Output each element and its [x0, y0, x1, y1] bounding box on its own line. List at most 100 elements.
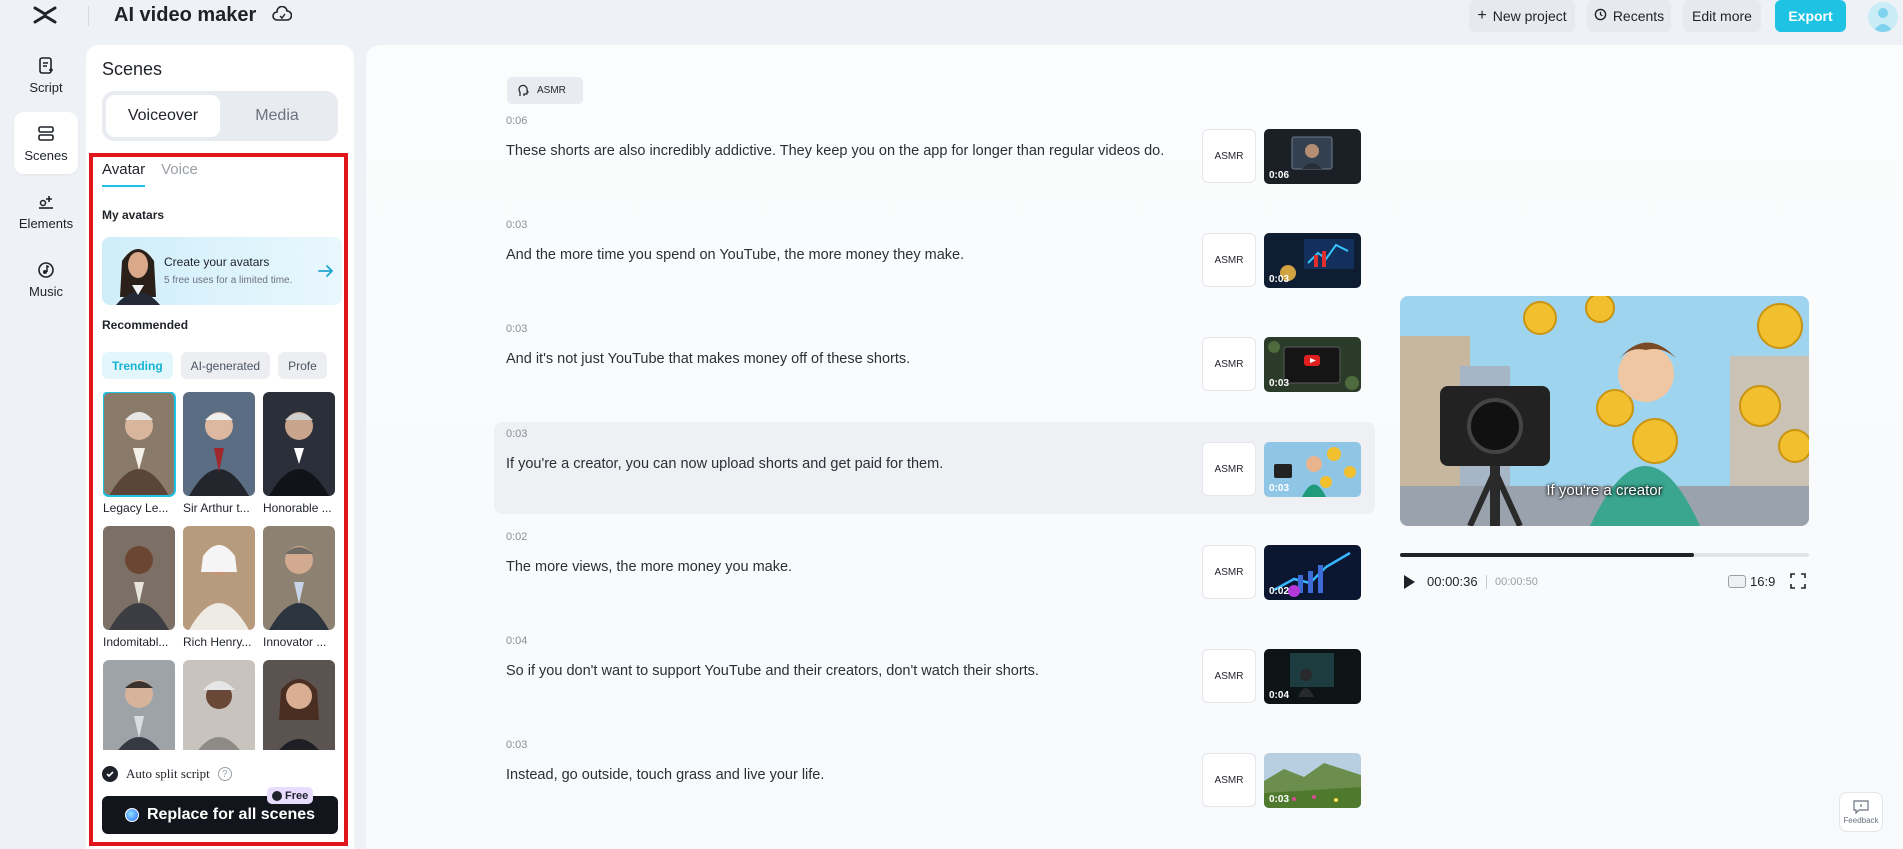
scene-voice-button[interactable]: ASMR — [1202, 649, 1256, 703]
scene-duration: 0:03 — [1269, 794, 1290, 805]
rail-item-script[interactable]: Script — [14, 44, 78, 106]
play-icon[interactable] — [1402, 574, 1416, 590]
rail-item-music[interactable]: Music — [14, 248, 78, 310]
header-divider — [88, 6, 89, 26]
user-avatar[interactable] — [1868, 2, 1898, 32]
scene-row[interactable]: 0:03 Instead, go outside, touch grass an… — [494, 733, 1375, 825]
feedback-button[interactable]: Feedback — [1839, 792, 1883, 832]
scene-row-selected[interactable]: 0:03 If you're a creator, you can now up… — [494, 422, 1375, 514]
scene-thumbnail[interactable]: 0:03 — [1264, 337, 1361, 392]
recents-button[interactable]: Recents — [1587, 0, 1671, 32]
scene-thumbnail[interactable]: 0:06 — [1264, 129, 1361, 184]
rail-item-elements[interactable]: Elements — [14, 180, 78, 242]
scene-thumbnail[interactable]: 0:03 — [1264, 233, 1361, 288]
scene-text[interactable]: And the more time you spend on YouTube, … — [506, 247, 964, 263]
scene-duration: 0:03 — [1269, 483, 1290, 494]
checkmark-icon — [102, 766, 118, 782]
scene-row[interactable]: 0:04 So if you don't want to support You… — [494, 629, 1375, 721]
avatar-card[interactable] — [263, 660, 335, 750]
export-button[interactable]: Export — [1775, 0, 1846, 32]
scene-text[interactable]: Instead, go outside, touch grass and liv… — [506, 767, 824, 783]
avatar-name: Rich Henry... — [183, 635, 252, 649]
avatar-card[interactable]: Legacy Le... — [103, 392, 176, 526]
clock-icon — [1594, 8, 1607, 24]
preview-subtitle: If you're a creator — [1546, 482, 1663, 499]
aspect-ratio-button[interactable]: 16:9 — [1728, 574, 1775, 589]
new-project-button[interactable]: + New project — [1469, 0, 1575, 32]
scene-thumbnail[interactable]: 0:03 — [1264, 442, 1361, 497]
scene-thumbnail[interactable]: 0:02 — [1264, 545, 1361, 600]
recommended-label: Recommended — [102, 318, 189, 332]
avatar-card[interactable] — [183, 660, 255, 750]
scene-voice-button[interactable]: ASMR — [1202, 753, 1256, 807]
avatar-thumbnail — [183, 660, 255, 750]
avatar-thumbnail — [103, 660, 175, 750]
scene-text[interactable]: So if you don't want to support YouTube … — [506, 663, 1039, 679]
chip-ai-generated[interactable]: AI-generated — [180, 352, 271, 379]
avatar-name: Honorable ... — [263, 501, 332, 515]
scenes-panel-title: Scenes — [102, 59, 163, 79]
scene-time: 0:03 — [506, 739, 528, 751]
avatar-portrait-illustration — [116, 249, 160, 305]
avatar-thumbnail — [263, 526, 335, 630]
auto-split-checkbox[interactable]: Auto split script ? — [102, 766, 232, 782]
voice-head-icon — [518, 84, 529, 96]
cloud-sync-icon[interactable] — [272, 5, 293, 24]
music-icon — [38, 261, 54, 278]
rail-item-scenes[interactable]: Scenes — [14, 112, 78, 174]
segment-media[interactable]: Media — [220, 95, 334, 137]
total-time: 00:00:50 — [1495, 576, 1538, 588]
segment-voiceover[interactable]: Voiceover — [106, 95, 220, 137]
help-icon[interactable]: ? — [217, 767, 232, 781]
capcut-logo-icon[interactable] — [32, 4, 58, 26]
create-avatar-title: Create your avatars — [164, 255, 270, 269]
scene-thumbnail[interactable]: 0:03 — [1264, 753, 1361, 808]
video-preview[interactable]: If you're a creator — [1400, 296, 1809, 526]
avatar-voice-tabs: Avatar Voice — [102, 161, 198, 187]
scene-text[interactable]: The more views, the more money you make. — [506, 559, 792, 575]
top-bar: AI video maker + New project Recents Edi… — [0, 0, 1903, 32]
playback-progress-bar[interactable] — [1400, 553, 1809, 557]
scene-voice-button[interactable]: ASMR — [1202, 129, 1256, 183]
avatar-card[interactable]: Innovator ... — [263, 526, 335, 660]
scene-thumbnail[interactable]: 0:04 — [1264, 649, 1361, 704]
scene-voice-button[interactable]: ASMR — [1202, 233, 1256, 287]
scene-duration: 0:04 — [1269, 690, 1290, 701]
rail-label-script: Script — [29, 79, 63, 95]
avatar-card[interactable]: Indomitabl... — [103, 526, 175, 660]
scenes-icon — [38, 125, 54, 141]
tab-voice[interactable]: Voice — [161, 161, 198, 187]
chip-trending[interactable]: Trending — [102, 352, 173, 379]
time-separator — [1486, 575, 1487, 589]
arrow-right-icon — [318, 265, 334, 277]
avatar-thumbnail — [263, 392, 335, 496]
scene-voice-button[interactable]: ASMR — [1202, 442, 1256, 496]
scene-row[interactable]: 0:03 And it's not just YouTube that make… — [494, 317, 1375, 409]
tab-avatar[interactable]: Avatar — [102, 161, 146, 187]
create-avatar-card[interactable]: Create your avatars 5 free uses for a li… — [102, 237, 342, 305]
avatar-card[interactable]: Honorable ... — [263, 392, 335, 526]
chip-professional[interactable]: Profe — [278, 352, 327, 379]
free-badge: Free — [267, 787, 314, 804]
avatar-thumbnail — [183, 392, 255, 496]
fullscreen-icon[interactable] — [1790, 573, 1806, 589]
scene-text[interactable]: If you're a creator, you can now upload … — [506, 456, 943, 472]
avatar-card[interactable] — [103, 660, 175, 750]
avatar-category-chips: Trending AI-generated Profe — [102, 352, 338, 380]
voice-tag[interactable]: ASMR — [507, 77, 583, 104]
scene-row[interactable]: 0:02 The more views, the more money you … — [494, 525, 1375, 617]
avatar-card[interactable]: Sir Arthur t... — [183, 392, 255, 526]
scene-row[interactable]: 0:06 These shorts are also incredibly ad… — [494, 109, 1375, 201]
scene-row[interactable]: 0:03 And the more time you spend on YouT… — [494, 213, 1375, 305]
scene-duration: 0:06 — [1269, 170, 1290, 181]
avatar-name: Indomitabl... — [103, 635, 169, 649]
avatar-card[interactable]: Rich Henry... — [183, 526, 255, 660]
scene-voice-button[interactable]: ASMR — [1202, 545, 1256, 599]
scene-text[interactable]: And it's not just YouTube that makes mon… — [506, 351, 910, 367]
scene-voice-button[interactable]: ASMR — [1202, 337, 1256, 391]
scene-text[interactable]: These shorts are also incredibly addicti… — [506, 143, 1164, 159]
plus-icon: + — [1477, 7, 1487, 24]
avatar-thumbnail — [103, 392, 176, 497]
my-avatars-label: My avatars — [102, 208, 165, 222]
edit-more-button[interactable]: Edit more — [1683, 0, 1761, 32]
